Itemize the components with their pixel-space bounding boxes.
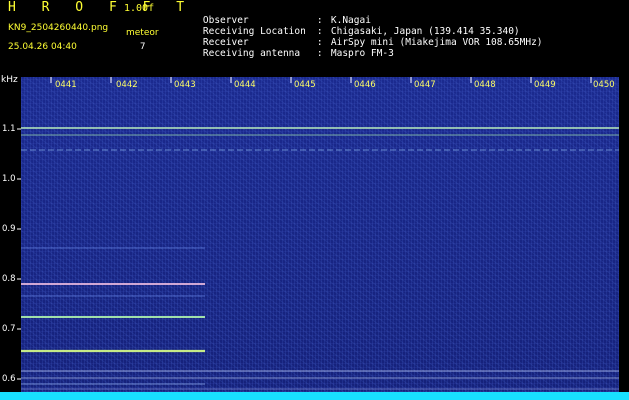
spectrogram-overlay: [17, 77, 619, 390]
x-axis-ticks: [50, 77, 592, 83]
y-axis-ticks: [17, 128, 21, 380]
